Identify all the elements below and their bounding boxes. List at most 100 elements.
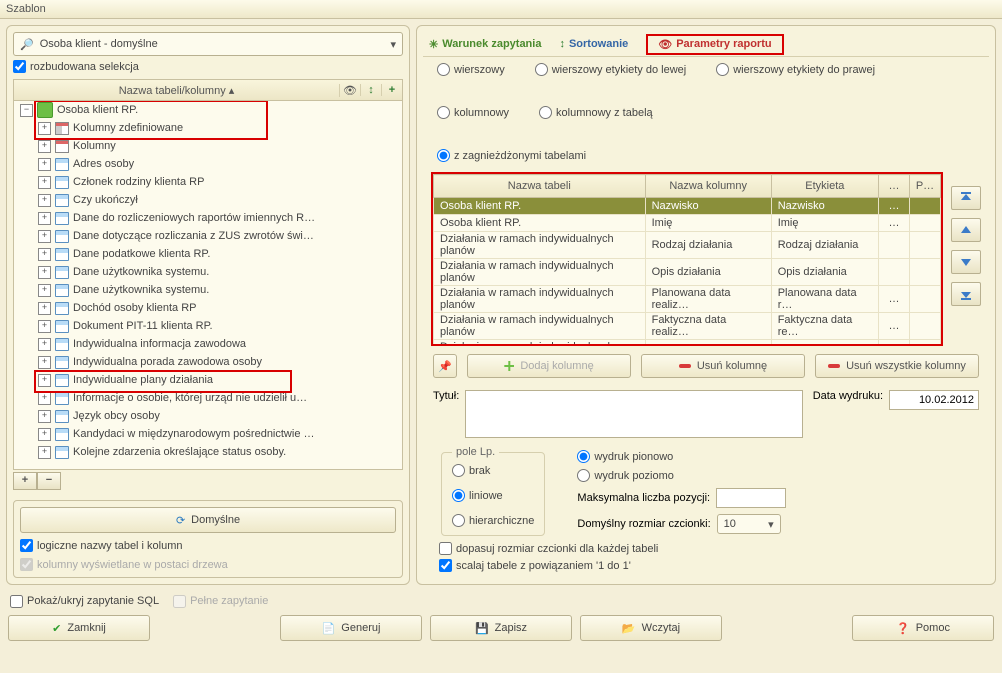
tab-query-condition[interactable]: ✳Warunek zapytania [429, 38, 541, 51]
sql-bar: Pokaż/ukryj zapytanie SQL Pełne zapytani… [0, 591, 1002, 611]
help-button[interactable]: ❓Pomoc [852, 615, 994, 641]
radio-row-left[interactable]: wierszowy etykiety do lewej [535, 63, 687, 76]
table-icon [55, 373, 69, 387]
tree-node[interactable]: +Dane użytkownika systemu. [14, 281, 402, 299]
full-query-checkbox[interactable]: Pełne zapytanie [173, 595, 268, 608]
tree-columns-checkbox[interactable]: kolumny wyświetlane w postaci drzewa [20, 558, 396, 571]
table-icon [55, 211, 69, 225]
expand-all-button[interactable]: + [13, 472, 37, 490]
deffont-label: Domyślny rozmiar czcionki: [577, 518, 710, 530]
tree-node[interactable]: +Kolejne zdarzenia określające status os… [14, 443, 402, 461]
table-icon [55, 337, 69, 351]
radio-row-right[interactable]: wierszowy etykiety do prawej [716, 63, 875, 76]
tree-node[interactable]: +Dochód osoby klienta RP [14, 299, 402, 317]
tree-footer-buttons: + − [13, 472, 403, 490]
collapse-all-button[interactable]: − [37, 472, 61, 490]
tree[interactable]: − Osoba klient RP. + Kolumny zdefiniowan… [13, 101, 403, 470]
col-label[interactable]: Etykieta [771, 175, 878, 198]
default-button[interactable]: ⟳ Domyślne [20, 507, 396, 533]
help-icon: ❓ [896, 622, 910, 635]
tree-node[interactable]: +Indywidualna porada zawodowa osoby [14, 353, 402, 371]
tree-node[interactable]: +Indywidualne plany działania [14, 371, 402, 389]
tree-node[interactable]: +Dane użytkownika systemu. [14, 263, 402, 281]
table-row[interactable]: Działania w ramach indywidualnych planów… [434, 286, 941, 313]
orient-landscape[interactable]: wydruk poziomo [577, 469, 786, 482]
remove-column-button[interactable]: Usuń kolumnę [641, 354, 805, 378]
table-icon [55, 391, 69, 405]
print-date-input[interactable] [889, 390, 979, 410]
tree-node[interactable]: + Kolumny zdefiniowane [14, 119, 402, 137]
title-input[interactable] [465, 390, 802, 438]
move-up-button[interactable] [951, 218, 981, 242]
tab-sorting[interactable]: ↕Sortowanie [559, 38, 628, 50]
radio-col[interactable]: kolumnowy [437, 106, 509, 119]
pin-button[interactable]: 📌 [433, 354, 457, 378]
combo-text: Osoba klient - domyślne [40, 38, 158, 50]
lp-linear[interactable]: liniowe [452, 489, 534, 502]
tabs: ✳Warunek zapytania ↕Sortowanie 👁Parametr… [423, 32, 989, 57]
template-combo[interactable]: 🔎 Osoba klient - domyślne ▾ [13, 32, 403, 56]
tree-root[interactable]: − Osoba klient RP. [14, 101, 402, 119]
radio-nested[interactable]: z zagnieżdżonymi tabelami [437, 149, 975, 162]
tree-node[interactable]: +Członek rodziny klienta RP [14, 173, 402, 191]
table-row[interactable]: Działania w ramach indywidualnych planów… [434, 259, 941, 286]
minus-icon [679, 364, 691, 368]
tree-node[interactable]: +Dane dotyczące rozliczania z ZUS zwrotó… [14, 227, 402, 245]
minus-icon [828, 364, 840, 368]
show-sql-checkbox[interactable]: Pokaż/ukryj zapytanie SQL [10, 595, 159, 608]
sort-icon[interactable]: ↕ [360, 84, 381, 96]
table-row[interactable]: Działania w ramach indywidualnych planów… [434, 313, 941, 340]
load-button[interactable]: 📂Wczytaj [580, 615, 722, 641]
reorder-buttons [951, 172, 981, 346]
expanded-selection-checkbox[interactable]: rozbudowana selekcja [13, 60, 403, 73]
move-down-button[interactable] [951, 250, 981, 274]
maxpos-input[interactable] [716, 488, 786, 508]
tree-node[interactable]: +Kolumny [14, 137, 402, 155]
logical-names-checkbox[interactable]: logiczne nazwy tabel i kolumn [20, 539, 396, 552]
radio-col-table[interactable]: kolumnowy z tabelą [539, 106, 653, 119]
columns-table[interactable]: Nazwa tabeli Nazwa kolumny Etykieta … P…… [433, 174, 941, 346]
move-bottom-button[interactable] [951, 282, 981, 306]
right-panel: ✳Warunek zapytania ↕Sortowanie 👁Parametr… [416, 25, 996, 585]
title-label: Tytuł: [433, 390, 459, 438]
left-panel: 🔎 Osoba klient - domyślne ▾ rozbudowana … [6, 25, 410, 585]
radio-row[interactable]: wierszowy [437, 63, 505, 76]
table-row[interactable]: Osoba klient RP.NazwiskoNazwisko… [434, 198, 941, 215]
tab-report-params[interactable]: 👁Parametry raportu [646, 34, 783, 55]
tree-node[interactable]: +Dane podatkowe klienta RP. [14, 245, 402, 263]
add-column-button[interactable]: Dodaj kolumnę [467, 354, 631, 378]
deffont-combo[interactable]: 10▾ [717, 514, 781, 534]
lp-none[interactable]: brak [452, 464, 534, 477]
table-icon [55, 283, 69, 297]
tree-node[interactable]: +Kandydaci w międzynarodowym pośrednictw… [14, 425, 402, 443]
generate-button[interactable]: 📄Generuj [280, 615, 422, 641]
folder-icon [37, 102, 53, 118]
merge-tables-checkbox[interactable]: scalaj tabele z powiązaniem '1 do 1' [439, 559, 973, 572]
tree-node[interactable]: +Czy ukończył [14, 191, 402, 209]
add-icon[interactable]: + [381, 84, 402, 96]
tree-node[interactable]: +Informacje o osobie, której urząd nie u… [14, 389, 402, 407]
col-extra2[interactable]: P… [910, 175, 941, 198]
move-top-button[interactable] [951, 186, 981, 210]
col-extra1[interactable]: … [879, 175, 910, 198]
tree-node[interactable]: +Język obcy osoby [14, 407, 402, 425]
table-row[interactable]: Osoba klient RP.ImięImię… [434, 215, 941, 232]
close-button[interactable]: ✔Zamknij [8, 615, 150, 641]
tree-node[interactable]: +Dane do rozliczeniowych raportów imienn… [14, 209, 402, 227]
table-row[interactable]: Działania w ramach indywidualnych planów… [434, 340, 941, 347]
lp-hier[interactable]: hierarchiczne [452, 514, 534, 527]
save-button[interactable]: 💾Zapisz [430, 615, 572, 641]
tree-node[interactable]: +Indywidualna informacja zawodowa [14, 335, 402, 353]
fit-font-checkbox[interactable]: dopasuj rozmiar czcionki dla każdej tabe… [439, 542, 973, 555]
tree-header-label[interactable]: Nazwa tabeli/kolumny ▴ [14, 84, 339, 97]
remove-all-columns-button[interactable]: Usuń wszystkie kolumny [815, 354, 979, 378]
col-column-name[interactable]: Nazwa kolumny [645, 175, 771, 198]
orient-portrait[interactable]: wydruk pionowo [577, 450, 786, 463]
eye-icon[interactable]: 👁 [339, 84, 360, 97]
col-table-name[interactable]: Nazwa tabeli [434, 175, 646, 198]
tree-node[interactable]: +Adres osoby [14, 155, 402, 173]
plus-icon [504, 361, 514, 371]
table-row[interactable]: Działania w ramach indywidualnych planów… [434, 232, 941, 259]
print-date-label: Data wydruku: [813, 390, 883, 402]
tree-node[interactable]: +Dokument PIT-11 klienta RP. [14, 317, 402, 335]
